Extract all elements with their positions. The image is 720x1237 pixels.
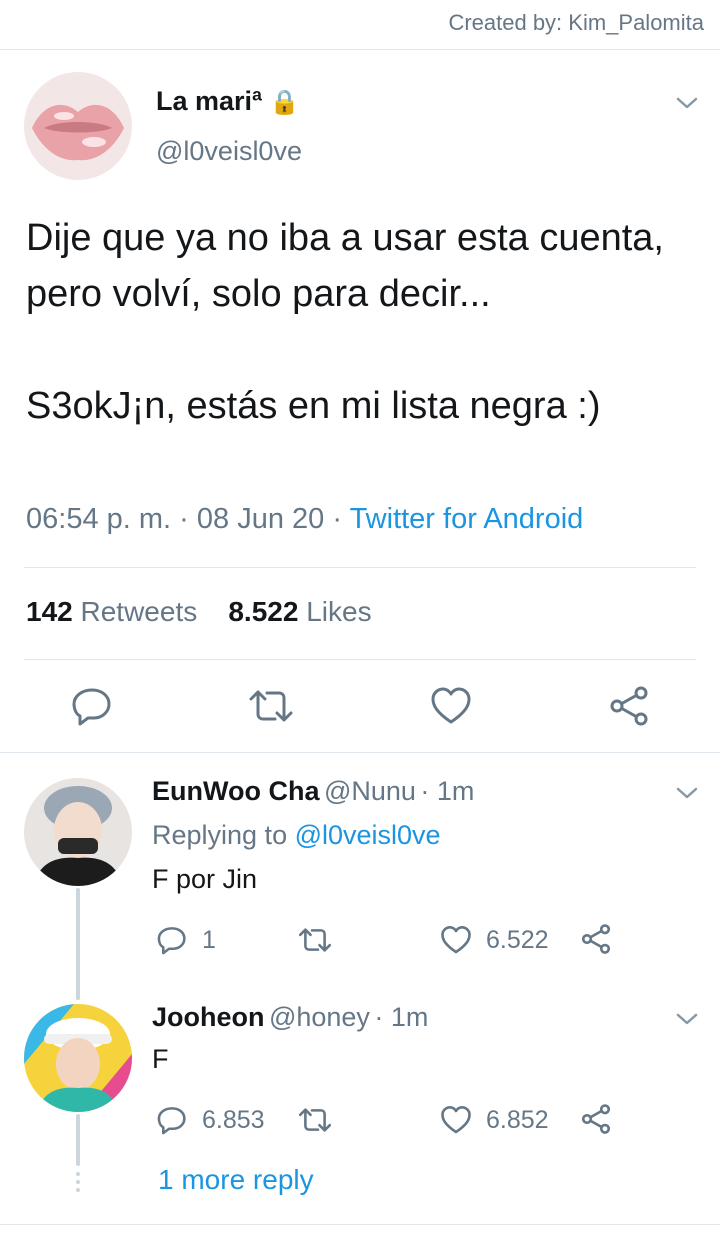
retweets-count: 142 xyxy=(26,596,73,627)
reply-like-button[interactable]: 6.852 xyxy=(440,1104,549,1136)
author-avatar[interactable] xyxy=(24,72,132,180)
meta-separator: · xyxy=(179,503,189,535)
reply-share-button[interactable] xyxy=(580,924,612,959)
thread-dot xyxy=(76,1188,80,1192)
retweets-label: Retweets xyxy=(80,596,198,627)
meta-separator: · xyxy=(332,503,343,535)
reply-author-name[interactable]: Jooheon xyxy=(152,1002,265,1032)
like-button[interactable] xyxy=(430,686,472,726)
reply-button[interactable] xyxy=(70,686,114,726)
chevron-down-icon[interactable] xyxy=(674,780,700,806)
tweet-date: 08 Jun 20 xyxy=(196,503,325,535)
likes-stat[interactable]: 8.522 Likes xyxy=(228,596,371,627)
thread-dot xyxy=(76,1180,80,1184)
likes-count: 8.522 xyxy=(228,596,299,627)
reply-reply-button[interactable]: 6.853 xyxy=(156,1104,265,1136)
heart-icon xyxy=(431,687,471,724)
tweet-source-link[interactable]: Twitter for Android xyxy=(350,503,584,535)
divider xyxy=(24,659,696,660)
thread-dot xyxy=(76,1172,80,1176)
reply-count: 6.853 xyxy=(202,1105,265,1134)
lock-icon: 🔒 xyxy=(269,89,300,116)
like-count: 6.852 xyxy=(486,1105,549,1134)
likes-label: Likes xyxy=(306,596,372,627)
reply-icon xyxy=(72,688,111,726)
reply-author-handle[interactable]: @honey xyxy=(269,1002,370,1032)
replying-to-link[interactable]: @l0veisl0ve xyxy=(295,820,441,850)
reply-author-name[interactable]: EunWoo Cha xyxy=(152,776,319,806)
divider xyxy=(0,1224,720,1225)
chevron-down-icon[interactable] xyxy=(674,1006,700,1032)
reply-icon xyxy=(157,1107,186,1135)
reply-count: 1 xyxy=(202,925,216,954)
reply-icon xyxy=(157,927,186,955)
reply-time: · 1m xyxy=(420,776,475,806)
replying-to: Replying to @l0veisl0ve xyxy=(152,820,441,851)
author-handle[interactable]: @l0veisl0ve xyxy=(156,136,302,167)
thread-line xyxy=(76,1114,80,1166)
reply-header: EunWoo Cha @Nunu · 1m xyxy=(152,776,474,807)
author-name-text: La mariª xyxy=(156,86,263,116)
reply-like-button[interactable]: 6.522 xyxy=(440,924,549,956)
reply-avatar[interactable] xyxy=(24,778,132,886)
reply-text: F xyxy=(152,1044,169,1074)
credit-text: Created by: Kim_Palomita xyxy=(448,10,704,35)
divider xyxy=(24,567,696,568)
reply-header: Jooheon @honey · 1m xyxy=(152,1002,428,1033)
share-icon xyxy=(581,924,611,954)
reply-reply-button[interactable]: 1 xyxy=(156,924,216,956)
share-icon xyxy=(610,686,648,726)
tweet-time: 06:54 p. m. xyxy=(26,503,172,535)
author-name[interactable]: La mariª 🔒 xyxy=(156,86,299,117)
reply-share-button[interactable] xyxy=(580,1104,612,1139)
like-count: 6.522 xyxy=(486,925,549,954)
retweets-stat[interactable]: 142 Retweets xyxy=(26,596,197,627)
tweet-meta: 06:54 p. m. · 08 Jun 20 · Twitter for An… xyxy=(26,503,583,536)
reply-time: · 1m xyxy=(374,1002,429,1032)
heart-icon xyxy=(441,1105,471,1134)
chevron-down-icon[interactable] xyxy=(674,90,700,116)
retweet-icon xyxy=(249,690,293,722)
retweet-icon xyxy=(298,928,332,952)
heart-icon xyxy=(441,925,471,954)
reply-avatar[interactable] xyxy=(24,1004,132,1112)
retweet-button[interactable] xyxy=(248,688,294,724)
reply-author-handle[interactable]: @Nunu xyxy=(324,776,416,806)
divider xyxy=(0,752,720,753)
reply-retweet-button[interactable] xyxy=(298,926,332,956)
tweet-text: Dije que ya no iba a usar esta cuenta, p… xyxy=(26,217,664,427)
share-button[interactable] xyxy=(608,686,650,726)
tweet-stats: 142 Retweets 8.522 Likes xyxy=(26,596,372,628)
more-replies-link[interactable]: 1 more reply xyxy=(158,1164,314,1196)
reply-retweet-button[interactable] xyxy=(298,1106,332,1136)
retweet-icon xyxy=(298,1108,332,1132)
top-divider xyxy=(0,49,720,50)
replying-prefix: Replying to xyxy=(152,820,288,850)
reply-text: F por Jin xyxy=(152,864,258,894)
thread-line xyxy=(76,888,80,1000)
share-icon xyxy=(581,1104,611,1134)
